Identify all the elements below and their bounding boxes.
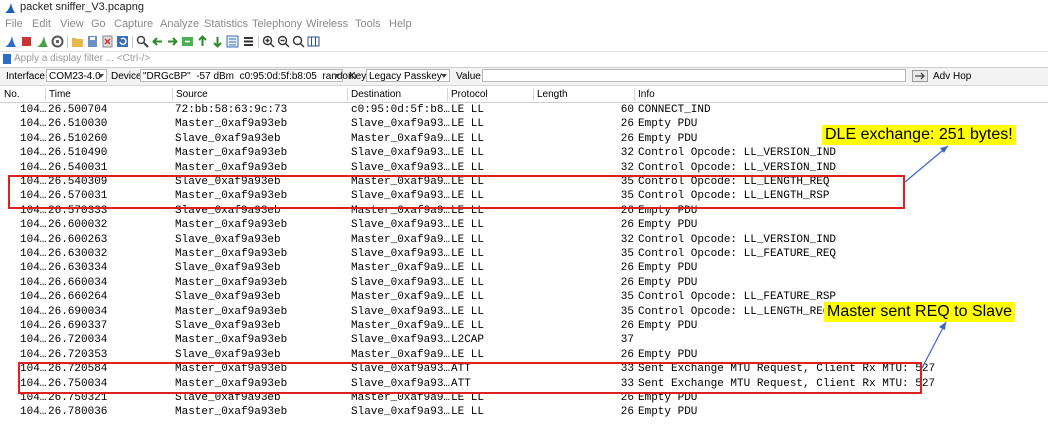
dle-arrow [904,145,949,183]
mtu-arrow [921,321,947,369]
annotation-arrows [904,145,949,369]
dle-callout: DLE exchange: 251 bytes! [822,125,1016,145]
mtu-callout: Master sent REQ to Slave [824,302,1015,322]
